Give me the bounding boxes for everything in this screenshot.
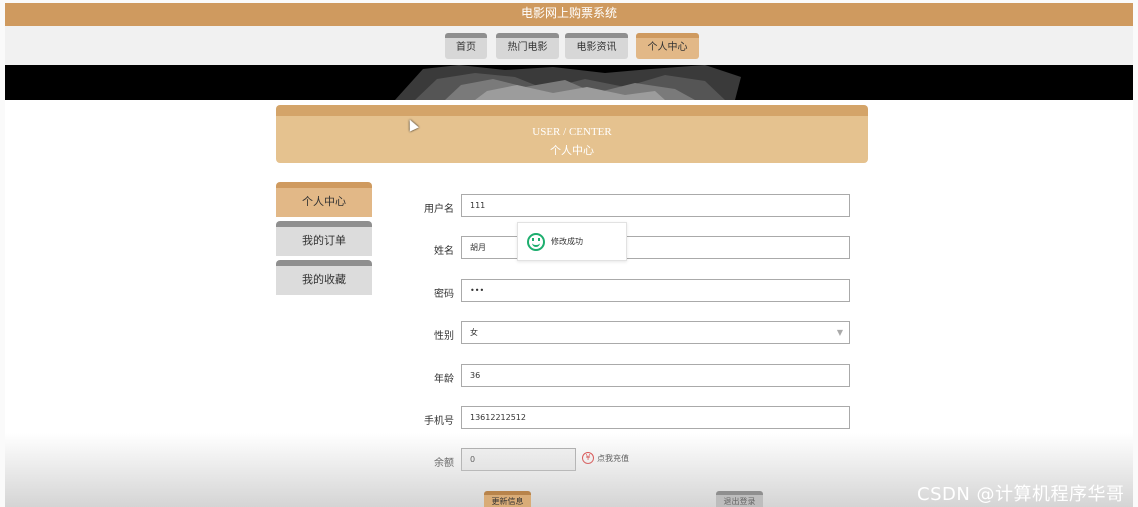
gender-label: 性别 xyxy=(434,331,454,342)
chevron-down-icon: ▼ xyxy=(836,328,843,337)
update-info-button[interactable]: 更新信息 xyxy=(484,491,531,507)
balance-label: 余额 xyxy=(434,458,454,469)
watermark: CSDN @计算机程序华哥 xyxy=(917,484,1125,505)
success-toast: 修改成功 xyxy=(517,222,627,261)
page-header-box: USER / CENTER 个人中心 xyxy=(276,105,868,163)
page-header-en: USER / CENTER xyxy=(532,126,612,138)
yen-icon: ¥ xyxy=(582,452,594,464)
logout-button[interactable]: 退出登录 xyxy=(716,491,763,507)
sidebar-item-user-center[interactable]: 个人中心 xyxy=(276,182,372,217)
nav-hot-movies[interactable]: 热门电影 xyxy=(496,33,559,59)
site-title: 电影网上购票系统 xyxy=(520,6,617,20)
gender-select-value: 女 xyxy=(470,328,478,337)
nav-home[interactable]: 首页 xyxy=(445,33,487,59)
name-label: 姓名 xyxy=(434,246,454,257)
phone-label: 手机号 xyxy=(424,416,454,427)
gender-select[interactable]: 女 ▼ xyxy=(461,321,850,344)
nav-movie-news[interactable]: 电影资讯 xyxy=(565,33,628,59)
site-header-bar: 电影网上购票系统 xyxy=(5,3,1133,26)
sidebar-item-my-orders[interactable]: 我的订单 xyxy=(276,221,372,256)
browser-frame: 电影网上购票系统 首页 热门电影 电影资讯 个人中心 USER / CENTER… xyxy=(5,3,1133,507)
age-label: 年龄 xyxy=(434,374,454,385)
password-field[interactable]: ••• xyxy=(461,279,850,302)
age-field[interactable]: 36 xyxy=(461,364,850,387)
recharge-label: 点我充值 xyxy=(597,453,629,463)
recharge-link[interactable]: ¥ 点我充值 xyxy=(582,452,629,464)
smile-icon xyxy=(527,233,545,251)
phone-field[interactable]: 13612212512 xyxy=(461,406,850,429)
toast-message: 修改成功 xyxy=(551,237,583,246)
main-nav: 首页 热门电影 电影资讯 个人中心 xyxy=(5,26,1133,65)
password-label: 密码 xyxy=(434,289,454,300)
username-label: 用户名 xyxy=(424,204,454,215)
nav-user-center[interactable]: 个人中心 xyxy=(636,33,699,59)
banner-graphic xyxy=(5,65,1133,100)
username-field[interactable]: 111 xyxy=(461,194,850,217)
balance-field: 0 xyxy=(461,448,576,471)
banner-image xyxy=(5,65,1133,100)
page-header-cn: 个人中心 xyxy=(550,144,594,157)
sidebar-item-my-favorites[interactable]: 我的收藏 xyxy=(276,260,372,295)
